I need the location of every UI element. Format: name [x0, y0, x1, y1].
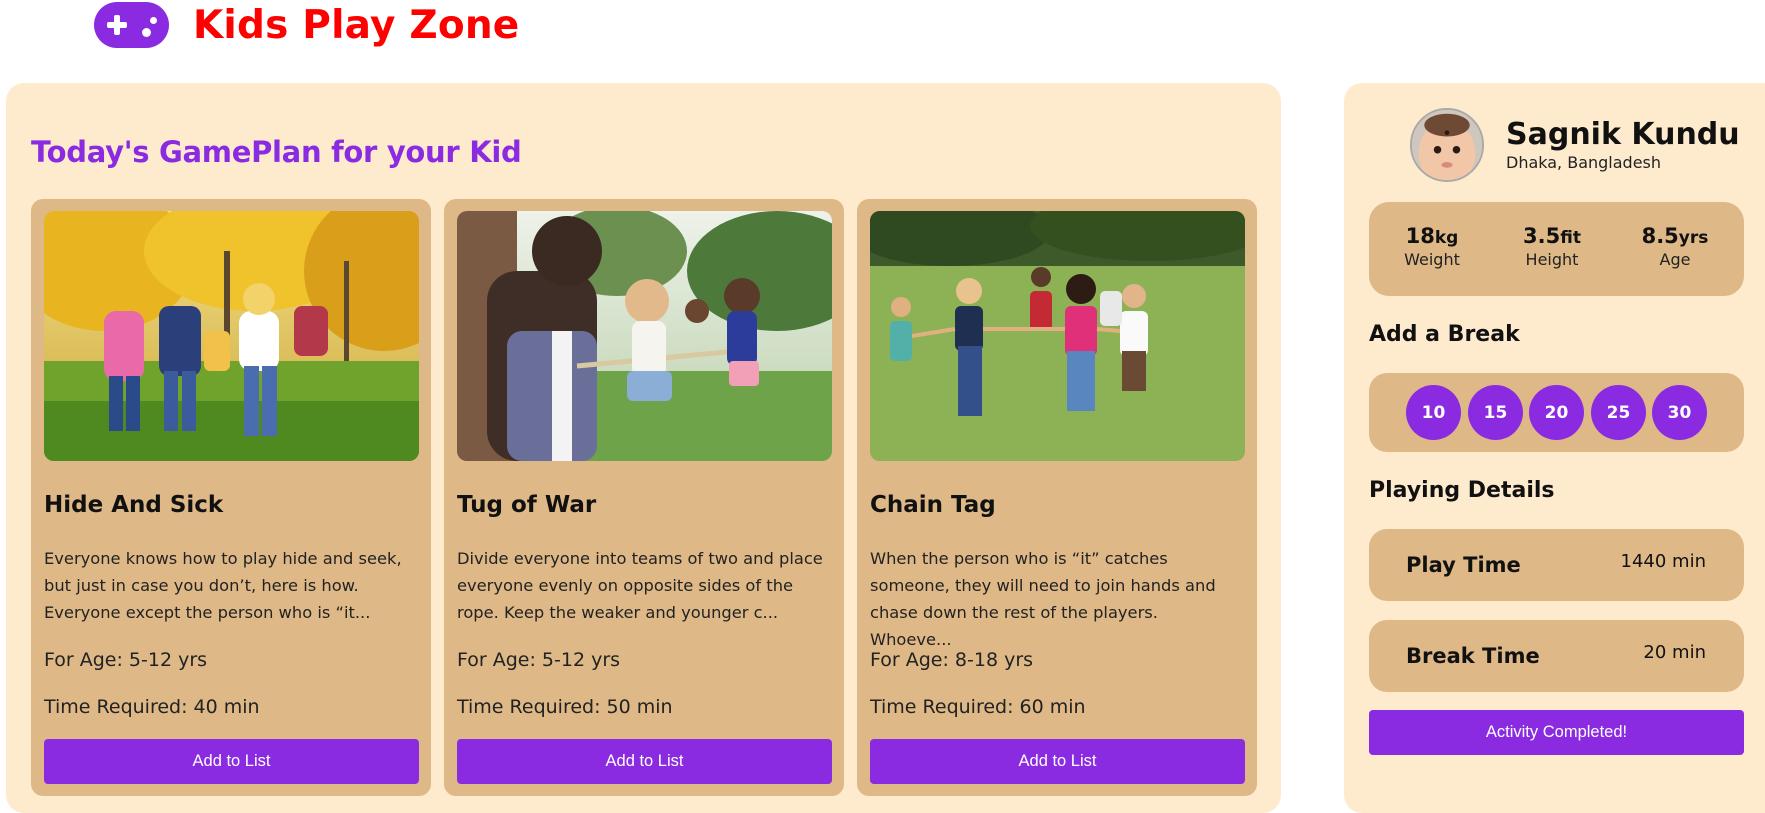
add-to-list-button[interactable]: Add to List [457, 739, 832, 784]
profile-sidebar: Sagnik Kundu Dhaka, Bangladesh 18kg Weig… [1344, 83, 1765, 813]
site-header: Kids Play Zone [94, 0, 519, 50]
break-time-box: Break Time 20 min [1369, 620, 1744, 692]
stat-height-unit: fit [1560, 228, 1581, 248]
site-title[interactable]: Kids Play Zone [193, 3, 519, 48]
activity-image-tug-of-war [457, 211, 832, 461]
break-option-button[interactable]: 30 [1652, 385, 1707, 440]
stat-weight-unit: kg [1434, 228, 1459, 248]
activity-title: Chain Tag [870, 492, 996, 518]
break-options: 10 15 20 25 30 [1369, 373, 1744, 452]
user-location: Dhaka, Bangladesh [1506, 153, 1662, 172]
stat-height: 3.5fit Height [1497, 224, 1607, 269]
add-to-list-button[interactable]: Add to List [870, 739, 1245, 784]
activity-card: Tug of War Divide everyone into teams of… [444, 199, 844, 796]
break-option-button[interactable]: 10 [1406, 385, 1461, 440]
gamepad-icon[interactable] [94, 2, 169, 48]
activity-age: For Age: 8-18 yrs [870, 649, 1034, 671]
activity-completed-button[interactable]: Activity Completed! [1369, 710, 1744, 755]
activity-title: Tug of War [457, 492, 597, 518]
break-option-button[interactable]: 20 [1529, 385, 1584, 440]
add-to-list-button[interactable]: Add to List [44, 739, 419, 784]
stat-age-unit: yrs [1678, 228, 1709, 248]
stat-weight-value: 18 [1405, 224, 1435, 248]
break-time-value: 20 min [1643, 642, 1706, 663]
activity-description: Divide everyone into teams of two and pl… [457, 549, 823, 622]
stat-weight: 18kg Weight [1377, 224, 1487, 269]
activity-title: Hide And Sick [44, 492, 224, 518]
activity-description: When the person who is “it” catches some… [870, 549, 1216, 649]
activity-age: For Age: 5-12 yrs [457, 649, 621, 671]
user-name: Sagnik Kundu [1506, 117, 1740, 152]
break-option-button[interactable]: 15 [1468, 385, 1523, 440]
avatar [1410, 108, 1484, 182]
user-stats: 18kg Weight 3.5fit Height 8.5yrs Age [1369, 202, 1744, 296]
activity-time-required: Time Required: 40 min [44, 696, 260, 718]
break-option-button[interactable]: 25 [1591, 385, 1646, 440]
stat-age-label: Age [1659, 250, 1691, 269]
activity-card-list: Hide And Sick Everyone knows how to play… [31, 199, 1257, 796]
activity-card: Chain Tag When the person who is “it” ca… [857, 199, 1257, 796]
stat-age-value: 8.5 [1641, 224, 1679, 248]
playing-details-title: Playing Details [1369, 478, 1555, 503]
play-time-label: Play Time [1406, 553, 1521, 577]
gameplan-heading: Today's GamePlan for your Kid [31, 135, 522, 169]
stat-height-label: Height [1525, 250, 1579, 269]
gameplan-panel: Today's GamePlan for your Kid Hide And S… [6, 83, 1281, 813]
activity-time-required: Time Required: 60 min [870, 696, 1086, 718]
activity-card: Hide And Sick Everyone knows how to play… [31, 199, 431, 796]
activity-description: Everyone knows how to play hide and seek… [44, 549, 402, 622]
activity-age: For Age: 5-12 yrs [44, 649, 208, 671]
activity-time-required: Time Required: 50 min [457, 696, 673, 718]
stat-weight-label: Weight [1404, 250, 1460, 269]
activity-image-chain-tag [870, 211, 1245, 461]
break-time-label: Break Time [1406, 644, 1540, 668]
play-time-value: 1440 min [1620, 551, 1706, 572]
add-break-title: Add a Break [1369, 322, 1520, 347]
play-time-box: Play Time 1440 min [1369, 529, 1744, 601]
stat-age: 8.5yrs Age [1620, 224, 1730, 269]
activity-image-hide-and-seek [44, 211, 419, 461]
stat-height-value: 3.5 [1523, 224, 1561, 248]
